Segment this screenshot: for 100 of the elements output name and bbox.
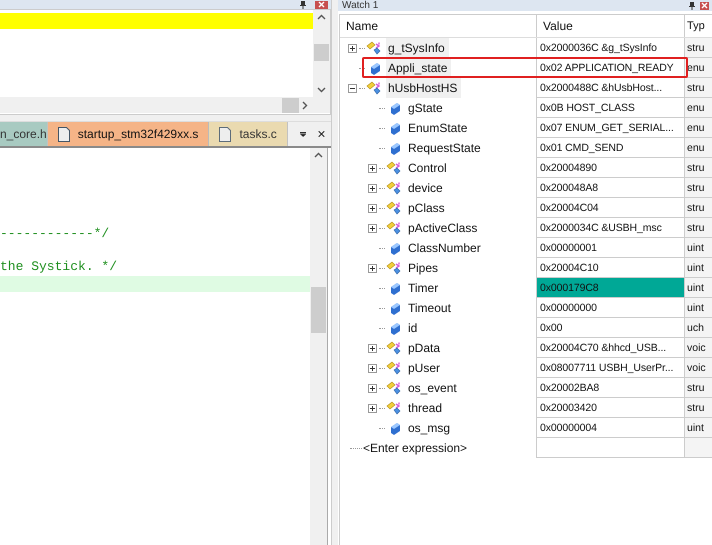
variable-name[interactable]: ClassNumber <box>406 238 485 258</box>
pin-icon[interactable] <box>688 2 696 10</box>
struct-icon <box>386 220 403 236</box>
variable-name[interactable]: hUsbHostHS <box>386 78 462 98</box>
variable-name[interactable]: Timer <box>406 278 442 298</box>
variable-name[interactable]: id <box>406 318 422 338</box>
file-tab[interactable]: startup_stm32f429xx.s <box>48 122 210 146</box>
variable-value: 0x20004C70 &hhcd_USB... <box>540 342 666 354</box>
variable-type: enu <box>687 122 705 134</box>
struct-icon <box>386 340 403 356</box>
variable-type: uint <box>687 242 704 254</box>
variable-name[interactable]: pActiveClass <box>406 218 482 238</box>
variable-name[interactable]: thread <box>406 398 446 418</box>
variable-value: 0x08007711 USBH_UserPr... <box>540 362 674 374</box>
struct-icon <box>366 80 383 96</box>
expand-toggle-icon[interactable] <box>368 384 377 392</box>
struct-icon <box>386 380 403 396</box>
scroll-right-icon[interactable] <box>302 100 308 110</box>
file-tab[interactable]: tasks.c <box>209 122 288 146</box>
variable-name[interactable]: Control <box>406 158 451 178</box>
variable-value: 0x2000034C &USBH_msc <box>540 222 662 234</box>
variable-value: 0x0B HOST_CLASS <box>540 102 635 114</box>
code-comment: the Systick. */ <box>0 259 118 274</box>
code-comment: ------------*/ <box>0 226 110 241</box>
variable-name[interactable]: g_tSysInfo <box>386 38 449 58</box>
variable-type: stru <box>687 42 705 54</box>
variable-value: 0x02 APPLICATION_READY <box>540 62 674 74</box>
variable-value: 0x01 CMD_SEND <box>540 142 624 154</box>
variable-type: enu <box>687 142 705 154</box>
variable-value: 0x2000488C &hUsbHost... <box>540 82 662 94</box>
variable-value: 0x20004C04 <box>540 202 599 214</box>
variable-type: uint <box>687 422 704 434</box>
vertical-scrollbar[interactable] <box>313 10 330 97</box>
expand-toggle-icon[interactable] <box>368 344 377 352</box>
variable-value: 0x20003420 <box>540 402 597 414</box>
expand-toggle-icon[interactable] <box>368 364 377 372</box>
panel-title: Watch 1 <box>342 0 380 11</box>
variable-value: 0x00000004 <box>540 422 597 434</box>
struct-icon <box>366 40 383 56</box>
expand-toggle-icon[interactable] <box>368 224 377 232</box>
variable-value: 0x07 ENUM_GET_SERIAL... <box>540 122 674 134</box>
scroll-up-icon[interactable] <box>314 152 323 158</box>
file-icon <box>58 126 70 142</box>
variable-value: 0x00000001 <box>540 242 597 254</box>
variable-name[interactable]: gState <box>406 98 447 118</box>
struct-icon <box>386 180 403 196</box>
file-icon <box>219 126 232 142</box>
variable-value: 0x20004C10 <box>540 262 599 274</box>
variable-type: uch <box>687 322 704 334</box>
scroll-down-icon[interactable] <box>317 87 326 93</box>
variable-name[interactable]: os_event <box>406 378 461 398</box>
expand-toggle-icon[interactable] <box>368 164 377 172</box>
variable-value: 0x2000036C &g_tSysInfo <box>540 42 657 54</box>
variable-type: enu <box>687 102 705 114</box>
variable-type: stru <box>687 402 705 414</box>
struct-icon <box>386 360 403 376</box>
struct-icon <box>386 400 403 416</box>
vertical-scrollbar[interactable] <box>310 148 328 545</box>
variable-type: voic <box>687 362 706 374</box>
expand-toggle-icon[interactable] <box>368 184 377 192</box>
file-tab[interactable]: n_core.h <box>0 122 48 146</box>
variable-name[interactable]: Pipes <box>406 258 442 278</box>
variable-value: 0x20002BA8 <box>540 382 600 394</box>
pin-icon[interactable] <box>299 0 307 8</box>
expand-toggle-icon[interactable] <box>368 264 377 272</box>
close-icon[interactable] <box>318 129 325 139</box>
struct-icon <box>386 260 403 276</box>
struct-icon <box>386 200 403 216</box>
expand-toggle-icon[interactable] <box>368 204 377 212</box>
variable-name[interactable]: pUser <box>406 358 444 378</box>
variable-value: 0x00 <box>540 322 562 334</box>
dropdown-icon[interactable] <box>300 130 306 138</box>
expand-toggle-icon[interactable] <box>368 404 377 412</box>
variable-type: stru <box>687 182 705 194</box>
variable-name[interactable]: pData <box>406 338 444 358</box>
variable-name[interactable]: RequestState <box>406 138 485 158</box>
variable-name[interactable]: pClass <box>406 198 449 218</box>
scroll-thumb[interactable] <box>314 44 329 61</box>
variable-type: stru <box>687 382 705 394</box>
variable-name[interactable]: EnumState <box>406 118 472 138</box>
variable-type: stru <box>687 202 705 214</box>
scroll-up-icon[interactable] <box>317 14 326 20</box>
variable-type: stru <box>687 222 705 234</box>
variable-value: 0x00000000 <box>540 302 597 314</box>
variable-name[interactable]: Timeout <box>406 298 455 318</box>
variable-type: uint <box>687 282 704 294</box>
expand-toggle-icon[interactable] <box>348 84 357 92</box>
variable-value: 0x000179C8 <box>540 282 599 294</box>
variable-value: 0x20004890 <box>540 162 597 174</box>
expression-input[interactable]: <Enter expression> <box>363 441 468 455</box>
struct-icon <box>386 160 403 176</box>
expand-toggle-icon[interactable] <box>348 44 357 52</box>
variable-type: uint <box>687 302 704 314</box>
horizontal-scrollbar[interactable] <box>0 97 330 113</box>
variable-name[interactable]: device <box>406 178 447 198</box>
scroll-thumb[interactable] <box>282 98 299 112</box>
variable-name[interactable]: os_msg <box>406 418 454 438</box>
variable-type: voic <box>687 342 706 354</box>
scroll-thumb[interactable] <box>311 287 326 333</box>
variable-type: uint <box>687 262 704 274</box>
